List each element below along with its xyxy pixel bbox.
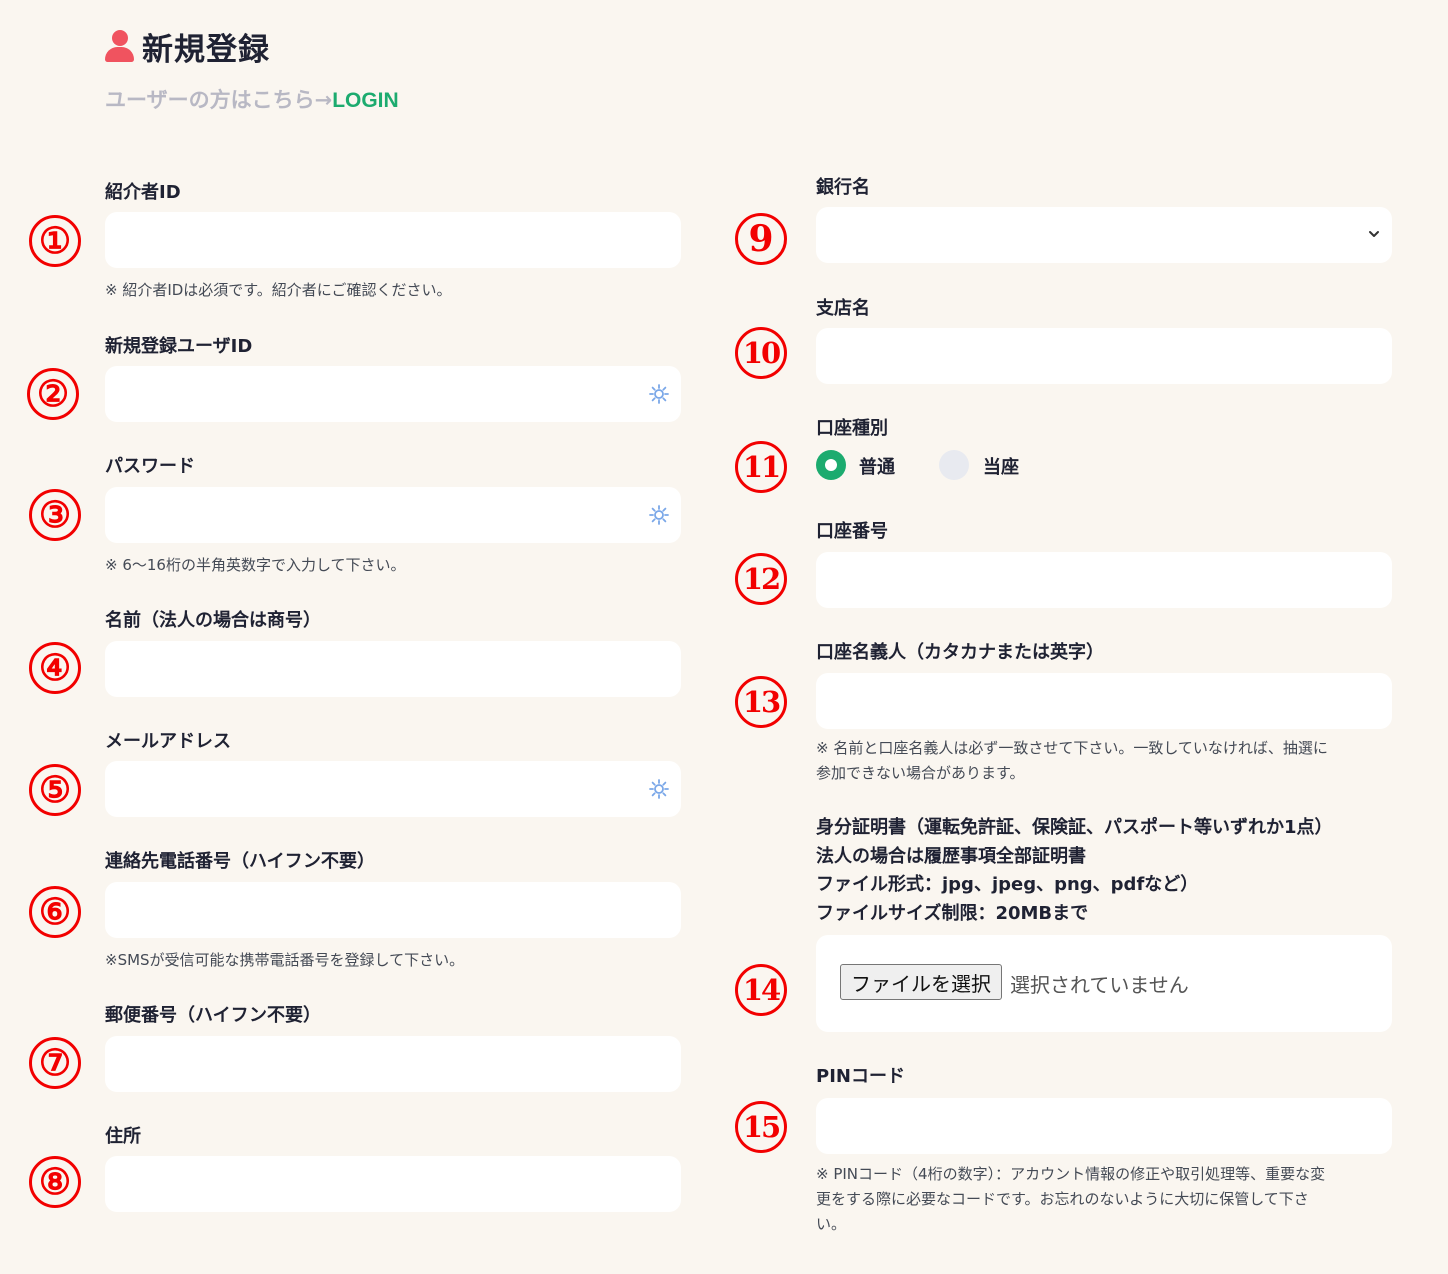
marker-1: ① (29, 215, 81, 267)
referrer-id-label: 紹介者ID (105, 182, 181, 203)
id-document-line-3: ファイル形式：jpg、jpeg、png、pdfなど） (816, 874, 1199, 895)
marker-14: 14 (735, 964, 787, 1016)
autofill-icon[interactable] (649, 384, 669, 404)
address-input[interactable] (105, 1156, 681, 1212)
marker-13: 13 (735, 676, 787, 728)
pin-label: PINコード (816, 1066, 905, 1087)
autofill-icon[interactable] (649, 779, 669, 799)
autofill-icon[interactable] (649, 505, 669, 525)
address-label: 住所 (105, 1126, 141, 1147)
postal-input[interactable] (105, 1036, 681, 1092)
pin-note: ※ PINコード（4桁の数字）：アカウント情報の修正や取引処理等、重要な変 更を… (816, 1162, 1392, 1237)
account-holder-note-line-2: 参加できない場合があります。 (816, 764, 1025, 782)
postal-label: 郵便番号（ハイフン不要） (105, 1005, 321, 1026)
id-document-line-4: ファイルサイズ制限：20MBまで (816, 902, 1089, 924)
radio-touza-label: 当座 (983, 457, 1019, 478)
login-link[interactable]: LOGIN (332, 89, 399, 112)
account-holder-note-line-1: ※ 名前と口座名義人は必ず一致させて下さい。一致していなければ、抽選に (816, 739, 1328, 757)
id-document-instructions: 身分証明書（運転免許証、保険証、パスポート等いずれか1点） 法人の場合は履歴事項… (816, 814, 1333, 928)
password-note: ※ 6〜16桁の半角英数字で入力して下さい。 (105, 556, 406, 574)
account-holder-note: ※ 名前と口座名義人は必ず一致させて下さい。一致していなければ、抽選に 参加でき… (816, 736, 1392, 786)
user-id-input[interactable] (105, 366, 681, 422)
phone-label: 連絡先電話番号（ハイフン不要） (105, 851, 375, 872)
account-number-input[interactable] (816, 552, 1392, 608)
marker-9: 9 (735, 213, 787, 265)
account-holder-label: 口座名義人（カタカナまたは英字） (816, 642, 1104, 663)
marker-12: 12 (735, 553, 787, 605)
marker-11: 11 (735, 441, 787, 493)
email-label: メールアドレス (105, 731, 231, 752)
user-icon (104, 28, 134, 64)
pin-note-line-2: 更をする際に必要なコードです。お忘れのないように大切に保管して下さ (816, 1190, 1309, 1208)
radio-touza[interactable] (939, 450, 969, 480)
marker-7: ⑦ (29, 1037, 81, 1089)
phone-note: ※SMSが受信可能な携帯電話番号を登録して下さい。 (105, 951, 465, 969)
marker-2: ② (27, 368, 79, 420)
phone-input[interactable] (105, 882, 681, 938)
login-prompt-text: ユーザーの方はこちら→ (105, 88, 333, 112)
page-header: 新規登録 (104, 26, 270, 68)
id-document-upload: ファイルを選択 選択されていません (816, 935, 1392, 1032)
referrer-id-note: ※ 紹介者IDは必須です。紹介者にご確認ください。 (105, 281, 452, 299)
branch-name-label: 支店名 (816, 298, 870, 319)
password-input[interactable] (105, 487, 681, 543)
choose-file-button[interactable]: ファイルを選択 (840, 964, 1002, 1000)
id-document-line-1: 身分証明書（運転免許証、保険証、パスポート等いずれか1点） (816, 817, 1333, 838)
name-label: 名前（法人の場合は商号） (105, 610, 321, 631)
pin-input[interactable] (816, 1098, 1392, 1154)
radio-futsu[interactable] (816, 450, 846, 480)
marker-10: 10 (735, 327, 787, 379)
email-input[interactable] (105, 761, 681, 817)
marker-5: ⑤ (29, 764, 81, 816)
radio-futsu-label: 普通 (859, 457, 895, 478)
account-number-label: 口座番号 (816, 521, 888, 542)
page-title: 新規登録 (142, 31, 270, 68)
marker-4: ④ (29, 642, 81, 694)
bank-name-select[interactable] (816, 207, 1392, 263)
branch-name-input[interactable] (816, 328, 1392, 384)
referrer-id-input[interactable] (105, 212, 681, 268)
account-holder-input[interactable] (816, 673, 1392, 729)
password-label: パスワード (105, 456, 195, 477)
marker-8: ⑧ (29, 1156, 81, 1208)
account-type-label: 口座種別 (816, 418, 888, 439)
file-status-text: 選択されていません (1010, 973, 1189, 997)
chevron-down-icon (1369, 231, 1379, 237)
pin-note-line-3: い。 (816, 1215, 847, 1233)
name-input[interactable] (105, 641, 681, 697)
login-prompt: ユーザーの方はこちら→LOGIN (105, 84, 399, 114)
pin-note-line-1: ※ PINコード（4桁の数字）：アカウント情報の修正や取引処理等、重要な変 (816, 1165, 1326, 1183)
marker-6: ⑥ (29, 886, 81, 938)
id-document-line-2: 法人の場合は履歴事項全部証明書 (816, 845, 1086, 867)
marker-15: 15 (735, 1101, 787, 1153)
marker-3: ③ (29, 489, 81, 541)
user-id-label: 新規登録ユーザID (105, 336, 253, 357)
bank-name-label: 銀行名 (816, 177, 870, 198)
